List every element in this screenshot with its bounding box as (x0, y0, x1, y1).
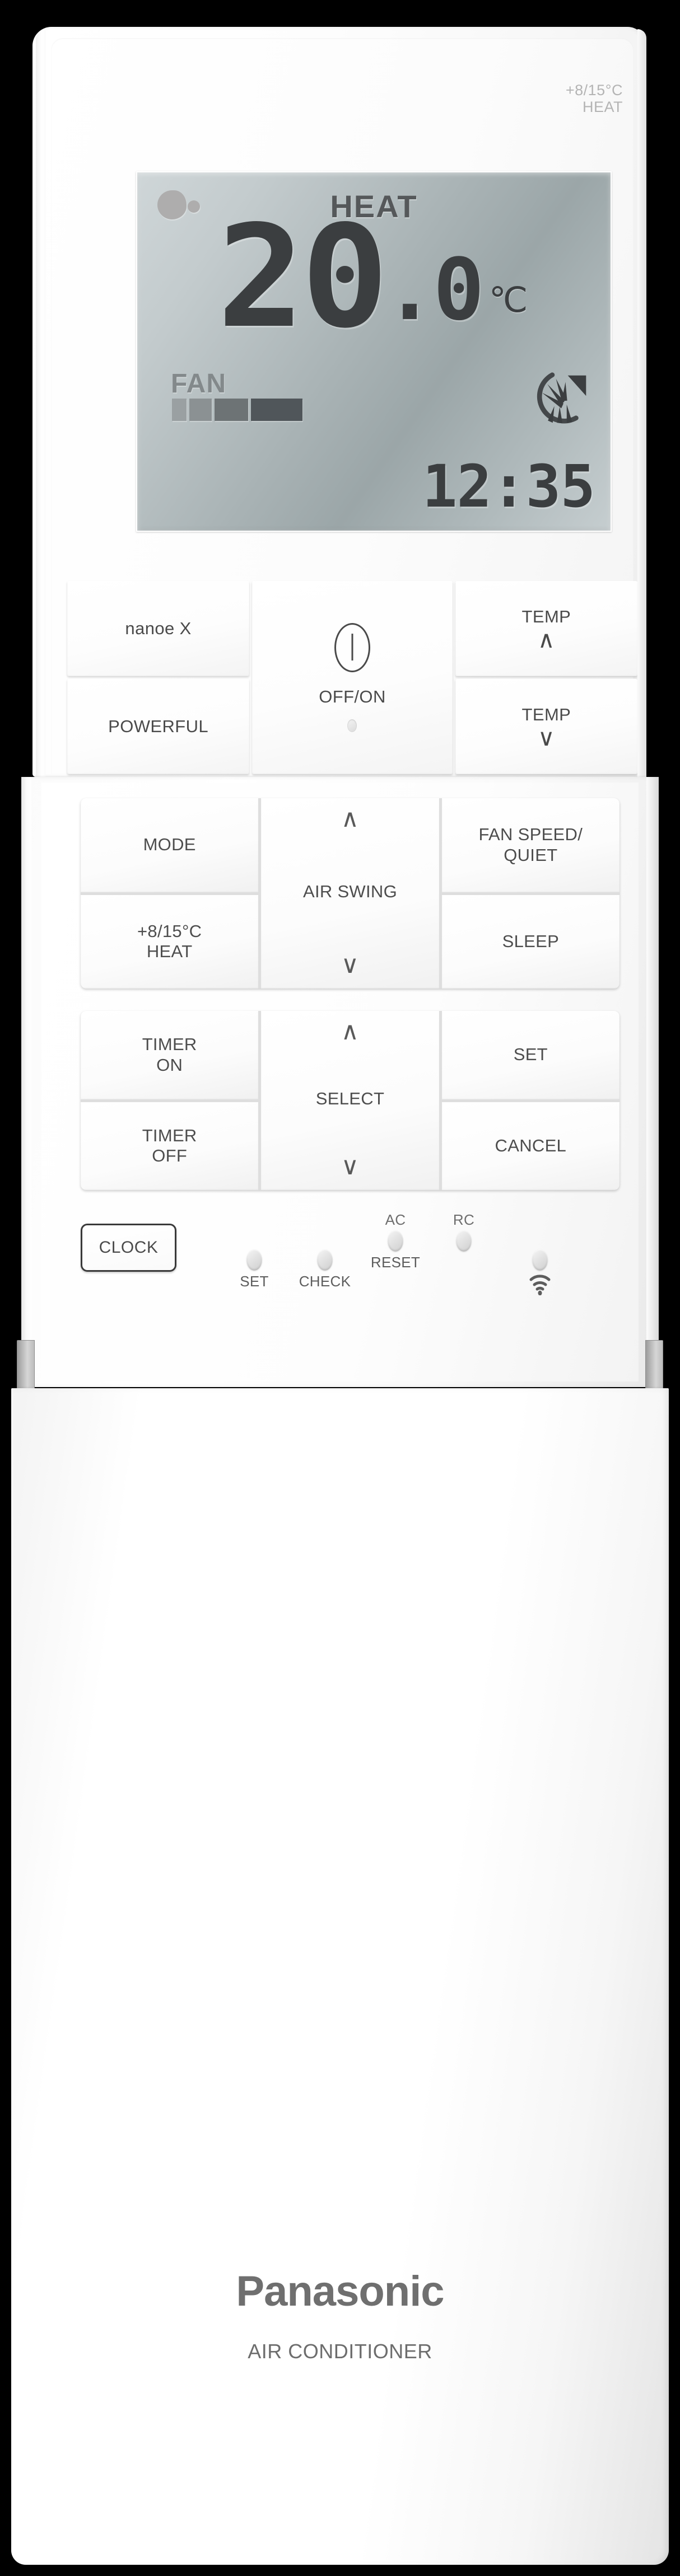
off-on-label: OFF/ON (319, 687, 386, 707)
lower-shell: MODE ∧ AIR SWING ∨ FAN SPEED/ QUIET +8/1… (21, 777, 659, 1387)
rc-reset-mini-button[interactable]: RC (427, 1211, 500, 1254)
lower-body-shell: Panasonic AIR CONDITIONER (11, 1388, 669, 2565)
set-button[interactable]: SET (441, 1011, 620, 1099)
heat-8-15-button[interactable]: +8/15°C HEAT (81, 894, 259, 989)
set-label: SET (513, 1045, 548, 1065)
lcd-fan-label: FAN (171, 369, 226, 399)
chevron-up-icon: ∧ (341, 1018, 360, 1045)
timer-off-button[interactable]: TIMER OFF (81, 1102, 259, 1190)
powerful-label: POWERFUL (108, 716, 209, 737)
cancel-label: CANCEL (495, 1135, 567, 1155)
corner-label-8-15-heat: +8/15°C HEAT (565, 82, 623, 116)
lcd-display: HEAT 20 .0 ℃ FAN 12:35 (136, 171, 612, 532)
sleep-label: SLEEP (502, 931, 560, 951)
set-mini-pill[interactable] (246, 1249, 262, 1271)
set-mini-label: SET (240, 1273, 269, 1290)
ac-reset-label: RESET (370, 1254, 421, 1271)
upper-shell: +8/15°C HEAT HEAT 20 .0 ℃ FAN 12:35 nano… (32, 27, 646, 777)
lcd-temp-unit: ℃ (488, 280, 528, 320)
check-mini-pill[interactable] (317, 1249, 333, 1271)
lcd-clock: 12:35 (422, 452, 595, 521)
air-swing-button[interactable]: ∧ AIR SWING ∨ (261, 798, 439, 989)
temp-up-label: TEMP (521, 607, 571, 627)
set-mini-button[interactable]: SET (218, 1230, 291, 1290)
timer-on-label: TIMER ON (142, 1034, 197, 1075)
wireless-pill[interactable] (532, 1249, 548, 1271)
fan-speed-quiet-button[interactable]: FAN SPEED/ QUIET (441, 798, 620, 892)
nanoe-x-label: nanoe X (125, 619, 192, 639)
lcd-temp-decimal: .0 (384, 240, 485, 339)
lcd-temperature: 20 .0 ℃ (137, 195, 611, 359)
mode-label: MODE (143, 835, 196, 855)
rc-reset-cap: RC (453, 1211, 475, 1228)
timer-off-label: TIMER OFF (142, 1125, 197, 1166)
airflow-fan-icon (537, 372, 590, 427)
lcd-fan-speed-bars (172, 399, 302, 421)
bottom-indicator-row: CLOCK SET CHECK AC RESET RC (81, 1211, 635, 1295)
check-mini-cap (288, 1230, 361, 1248)
mode-button-block: MODE ∧ AIR SWING ∨ FAN SPEED/ QUIET +8/1… (81, 798, 620, 989)
chevron-down-icon: ∨ (537, 724, 555, 751)
select-label: SELECT (315, 1088, 385, 1108)
clock-button[interactable]: CLOCK (81, 1224, 176, 1272)
remote-control-device: +8/15°C HEAT HEAT 20 .0 ℃ FAN 12:35 nano… (0, 0, 680, 2576)
power-led-indicator (347, 719, 357, 732)
set-mini-cap (218, 1230, 291, 1248)
mini-buttons-group: SET CHECK AC RESET RC (218, 1211, 635, 1295)
timer-on-button[interactable]: TIMER ON (81, 1011, 259, 1099)
rc-reset-pill[interactable] (456, 1230, 472, 1252)
chevron-up-icon: ∧ (341, 805, 360, 832)
ac-reset-mini-button[interactable]: AC RESET (359, 1211, 432, 1271)
chevron-up-icon: ∧ (537, 626, 555, 653)
off-on-button[interactable]: OFF/ON (252, 581, 453, 774)
check-mini-button[interactable]: CHECK (288, 1230, 361, 1290)
wifi-icon (504, 1273, 576, 1295)
ac-reset-pill[interactable] (388, 1230, 403, 1252)
select-button[interactable]: ∧ SELECT ∨ (261, 1011, 439, 1190)
temp-down-button[interactable]: TEMP ∨ (455, 679, 637, 774)
clock-label: CLOCK (99, 1238, 159, 1257)
air-swing-label: AIR SWING (302, 881, 398, 901)
heat-8-15-label: +8/15°C HEAT (137, 921, 202, 962)
temp-down-label: TEMP (521, 705, 571, 725)
brand-logo: Panasonic (236, 2268, 444, 2315)
lcd-temp-integer: 20 (217, 195, 389, 359)
timer-button-block: TIMER ON ∧ SELECT ∨ SET TIMER OFF CANCEL (81, 1011, 620, 1190)
nanoe-x-button[interactable]: nanoe X (67, 581, 250, 676)
powerful-button[interactable]: POWERFUL (67, 679, 250, 774)
chevron-down-icon: ∨ (341, 1152, 360, 1180)
brand-subtitle: AIR CONDITIONER (248, 2340, 432, 2363)
fan-speed-quiet-label: FAN SPEED/ QUIET (478, 825, 583, 865)
mode-button[interactable]: MODE (81, 798, 259, 892)
temp-up-button[interactable]: TEMP ∧ (455, 581, 637, 676)
sleep-button[interactable]: SLEEP (441, 894, 620, 989)
chevron-down-icon: ∨ (341, 950, 360, 978)
top-button-grid: nanoe X OFF/ON TEMP ∧ POWERFUL TEMP ∨ (67, 581, 637, 774)
ac-reset-cap: AC (385, 1211, 406, 1228)
cancel-button[interactable]: CANCEL (441, 1102, 620, 1190)
wireless-cap (504, 1230, 576, 1248)
check-mini-label: CHECK (299, 1273, 351, 1290)
power-icon (334, 623, 370, 673)
wireless-mini-button[interactable] (504, 1230, 576, 1295)
